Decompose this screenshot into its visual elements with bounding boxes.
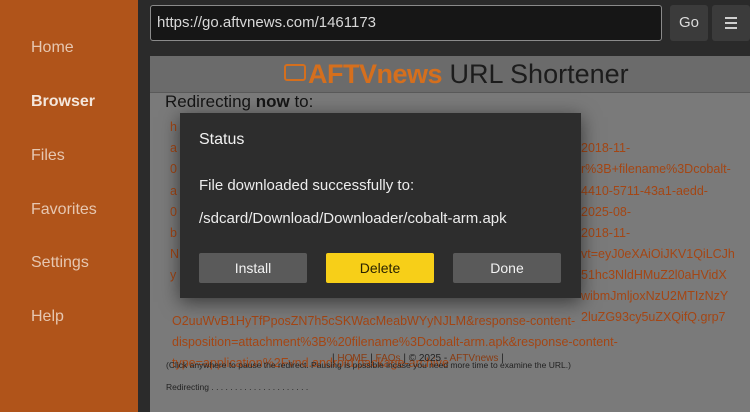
redirect-url-line[interactable]: a — [170, 184, 177, 198]
redirect-url-line[interactable]: 4410-5711-43a1-aedd- — [581, 184, 708, 198]
redirect-url-line[interactable]: 0 — [170, 205, 177, 219]
sidebar: Home Browser Files Favorites Settings He… — [0, 0, 138, 412]
redirect-url-line[interactable]: vt=eyJ0eXAiOiJKV1QiLCJh — [581, 247, 735, 261]
delete-button[interactable]: Delete — [326, 253, 434, 283]
sidebar-item-files[interactable]: Files — [31, 147, 65, 165]
redirect-url-line[interactable]: b — [170, 226, 177, 240]
sidebar-item-favorites[interactable]: Favorites — [31, 201, 97, 219]
site-header: AFTVnews URL Shortener — [150, 56, 750, 93]
go-button[interactable]: Go — [670, 5, 708, 41]
site-logo[interactable]: AFTVnews URL Shortener — [284, 59, 629, 90]
redirect-url-line[interactable]: wibmJmljoxNzU2MTIzNzY — [581, 289, 728, 303]
tv-icon — [284, 64, 306, 81]
redirect-url-line[interactable]: O2uuWvB1HyTfPposZN7h5cSKWacMeabWYyNJLM&r… — [172, 314, 575, 328]
redirecting-status: Redirecting . . . . . . . . . . . . . . … — [166, 382, 309, 392]
logo-suffix: URL Shortener — [442, 59, 629, 89]
redirect-heading: Redirecting now to: — [165, 92, 314, 111]
sidebar-item-home[interactable]: Home — [31, 39, 74, 57]
status-dialog: Status File downloaded successfully to: … — [180, 113, 581, 298]
redirect-url-line[interactable]: 2luZG93cy5uZXQifQ.grp7 — [581, 310, 726, 324]
redirect-url-line[interactable]: h — [170, 120, 177, 134]
sidebar-item-browser[interactable]: Browser — [31, 93, 95, 111]
redirect-url-line[interactable]: y — [170, 268, 176, 282]
logo-brand: AFTVnews — [308, 59, 443, 89]
dialog-title: Status — [199, 131, 245, 148]
url-input[interactable]: https://go.aftvnews.com/1461173 — [150, 5, 662, 41]
redirect-url-line[interactable]: N — [170, 247, 179, 261]
pause-note: (Click anywhere to pause the redirect. P… — [166, 360, 571, 370]
download-path: /sdcard/Download/Downloader/cobalt-arm.a… — [199, 210, 507, 227]
hamburger-menu-icon[interactable] — [712, 5, 750, 41]
done-button[interactable]: Done — [453, 253, 561, 283]
redirect-url-line[interactable]: 2018-11- — [581, 226, 630, 240]
dialog-message: File downloaded successfully to: — [199, 177, 415, 194]
redirect-url-line[interactable]: disposition=attachment%3B%20filename%3Dc… — [172, 335, 618, 349]
redirect-url-line[interactable]: r%3B+filename%3Dcobalt- — [581, 162, 731, 176]
redirect-url-line[interactable]: 2025-08- — [581, 205, 631, 219]
redirect-url-line[interactable]: 0 — [170, 162, 177, 176]
install-button[interactable]: Install — [199, 253, 307, 283]
redirect-url-line[interactable]: 51hc3NldHMuZ2l0aHVidX — [581, 268, 727, 282]
redirect-url-line[interactable]: 2018-11- — [581, 141, 630, 155]
sidebar-item-help[interactable]: Help — [31, 308, 64, 326]
sidebar-item-settings[interactable]: Settings — [31, 254, 89, 272]
browser-toolbar: https://go.aftvnews.com/1461173 Go — [138, 0, 750, 50]
redirect-url-line[interactable]: a — [170, 141, 177, 155]
